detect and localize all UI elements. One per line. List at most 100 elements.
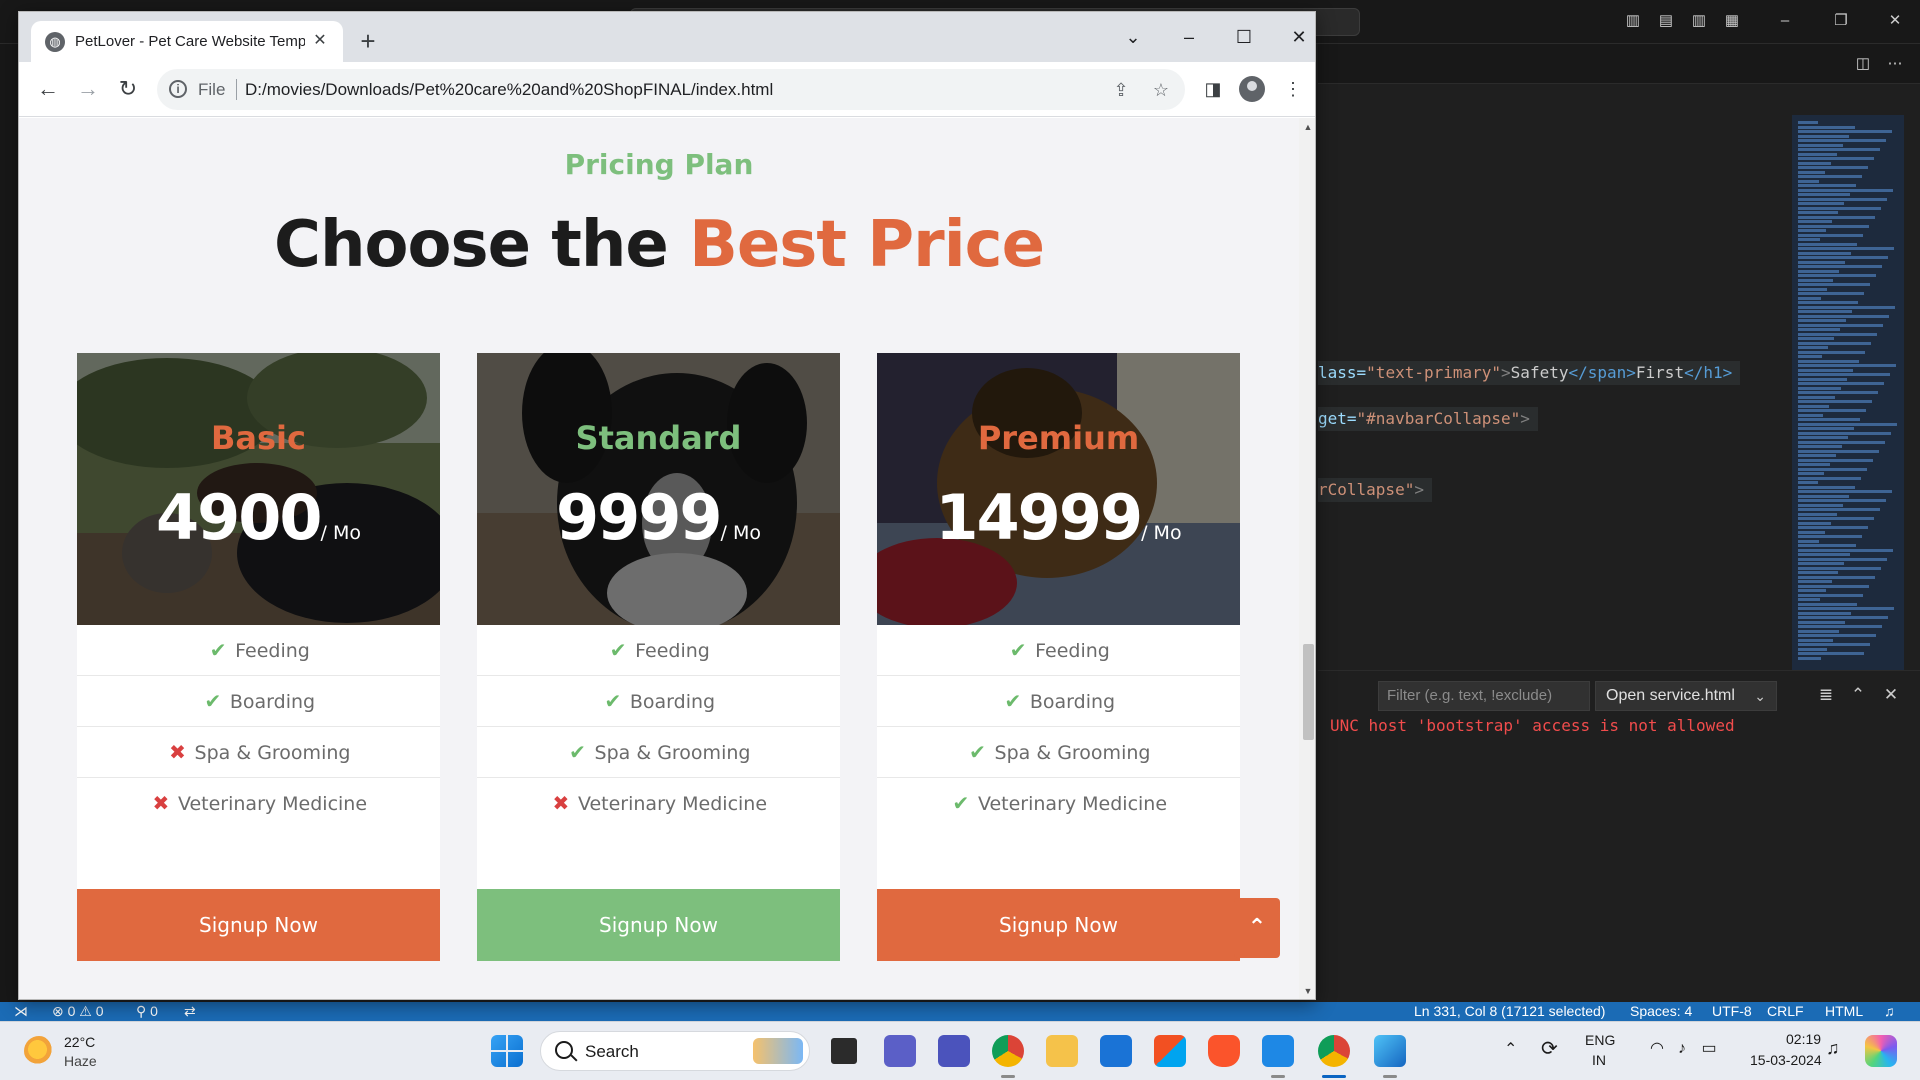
notifications-icon[interactable]: ♫	[1884, 1003, 1895, 1020]
scrollbar-thumb[interactable]	[1303, 644, 1314, 740]
back-to-top-button[interactable]: ⌃	[1234, 898, 1280, 958]
toggle-secondary-sidebar-icon[interactable]: ▥	[1690, 12, 1708, 30]
pricing-card-standard: Standard 9999/ Mo ✔ Feeding ✔ Boarding ✔ Spa …	[477, 353, 840, 961]
toggle-panel-icon[interactable]: ▤	[1657, 12, 1675, 30]
output-channel-select[interactable]: Open service.html ⌄	[1595, 681, 1777, 711]
vscode-minimize-icon[interactable]: –	[1776, 12, 1794, 30]
mail-icon[interactable]	[1100, 1035, 1132, 1067]
browser-tab[interactable]: ◍ PetLover - Pet Care Website Template ✕	[31, 21, 343, 62]
minimap-line	[1798, 143, 1843, 147]
more-actions-icon[interactable]: ⋯	[1886, 55, 1904, 73]
feature-label: Spa & Grooming	[194, 742, 351, 764]
teams-work-icon[interactable]	[938, 1035, 970, 1067]
minimap-line	[1798, 157, 1874, 160]
windows-start-icon[interactable]	[491, 1035, 523, 1067]
split-editor-icon[interactable]: ◫	[1854, 55, 1872, 73]
code-line[interactable]: get="#navbarCollapse">	[1318, 407, 1538, 431]
share-icon[interactable]: ⇪	[1109, 78, 1133, 102]
close-window-button[interactable]: ✕	[1279, 21, 1315, 53]
vscode-restore-icon[interactable]: ❐	[1832, 12, 1850, 30]
battery-icon[interactable]: ▭	[1698, 1038, 1720, 1060]
plan-price: 9999/ Mo	[477, 481, 840, 554]
feature-row: ✔ Veterinary Medicine	[877, 778, 1240, 829]
weather-condition[interactable]: Haze	[64, 1053, 97, 1069]
volume-icon[interactable]: ♪	[1671, 1038, 1693, 1060]
toggle-primary-sidebar-icon[interactable]: ▥	[1624, 12, 1642, 30]
weather-temperature[interactable]: 22°C	[64, 1034, 95, 1050]
taskbar-search[interactable]: Search	[540, 1031, 810, 1071]
code-line[interactable]: lass="text-primary">Safety</span>First</…	[1318, 361, 1741, 385]
signup-button-basic[interactable]: Signup Now	[77, 889, 440, 961]
minimap-line	[1798, 238, 1820, 241]
task-view-icon[interactable]	[828, 1035, 860, 1067]
maximize-button[interactable]: ☐	[1224, 21, 1264, 53]
minimap-line	[1798, 229, 1826, 232]
cursor-position[interactable]: Ln 331, Col 8 (17121 selected)	[1414, 1003, 1605, 1020]
chrome-icon[interactable]	[992, 1035, 1024, 1067]
word-wrap-icon[interactable]: ≣	[1815, 684, 1837, 706]
tray-overflow-chevron-icon[interactable]: ⌃	[1504, 1039, 1517, 1059]
teams-icon[interactable]	[884, 1035, 916, 1067]
copilot-icon[interactable]	[1865, 1035, 1897, 1067]
profile-avatar-icon[interactable]	[1239, 76, 1265, 102]
clock-date[interactable]: 15-03-2024	[1750, 1052, 1822, 1068]
search-highlight-icon	[753, 1038, 803, 1064]
minimap-line	[1798, 152, 1837, 156]
signup-button-premium[interactable]: Signup Now	[877, 889, 1240, 961]
language-indicator[interactable]: ENG	[1585, 1032, 1615, 1048]
minimap-line	[1798, 256, 1888, 259]
minimap-line	[1798, 629, 1839, 633]
url-text[interactable]: D:/movies/Downloads/Pet%20care%20and%20S…	[245, 80, 773, 100]
minimap-line	[1798, 436, 1848, 439]
section-headline: Choose the Best Price	[19, 208, 1299, 282]
globe-icon: ◍	[45, 32, 65, 52]
store-icon[interactable]	[1154, 1035, 1186, 1067]
indentation-status[interactable]: Spaces: 4	[1630, 1003, 1692, 1020]
check-icon: ✔	[1004, 689, 1022, 713]
vscode-close-icon[interactable]: ✕	[1886, 12, 1904, 30]
brave-icon[interactable]	[1208, 1035, 1240, 1067]
minimize-button[interactable]: –	[1169, 21, 1209, 53]
page-scrollbar[interactable]: ▲ ▼	[1299, 118, 1315, 999]
minimap-line	[1798, 458, 1873, 462]
region-indicator[interactable]: IN	[1592, 1052, 1606, 1068]
wifi-icon[interactable]: ◠	[1646, 1038, 1668, 1060]
customize-layout-icon[interactable]: ▦	[1723, 12, 1741, 30]
tab-search-icon[interactable]: ⌄	[1113, 21, 1153, 53]
reload-button[interactable]: ↻	[113, 74, 143, 104]
file-explorer-icon[interactable]	[1046, 1035, 1078, 1067]
vscode-minimap[interactable]	[1792, 115, 1904, 670]
code-line[interactable]: rCollapse">	[1318, 478, 1432, 502]
weather-haze-icon[interactable]	[24, 1036, 54, 1066]
remote-icon[interactable]: ⋊	[14, 1003, 28, 1020]
language-mode[interactable]: HTML	[1825, 1003, 1863, 1020]
minimap-line	[1798, 328, 1840, 331]
notification-bell-icon[interactable]: ♫	[1826, 1038, 1840, 1059]
eol-status[interactable]: CRLF	[1767, 1003, 1804, 1020]
minimap-line	[1798, 530, 1825, 534]
scroll-up-arrow-icon[interactable]: ▲	[1303, 122, 1313, 132]
close-tab-icon[interactable]: ✕	[309, 30, 331, 52]
scroll-down-arrow-icon[interactable]: ▼	[1303, 986, 1313, 996]
chrome-active-icon[interactable]	[1318, 1035, 1350, 1067]
ports-status[interactable]: ⚲ 0	[136, 1003, 158, 1020]
side-panel-icon[interactable]: ◨	[1199, 75, 1227, 103]
bookmark-star-icon[interactable]: ☆	[1149, 78, 1173, 102]
photos-icon[interactable]	[1374, 1035, 1406, 1067]
problems-status[interactable]: ⊗ 0 ⚠ 0	[52, 1003, 104, 1020]
output-filter-input[interactable]: Filter (e.g. text, !exclude)	[1378, 681, 1590, 711]
address-bar[interactable]: i File D:/movies/Downloads/Pet%20care%20…	[157, 69, 1185, 110]
sync-icon[interactable]: ⟳	[1541, 1036, 1565, 1060]
back-button[interactable]: ←	[33, 74, 63, 104]
live-share-icon[interactable]: ⇄	[184, 1003, 196, 1020]
vscode-icon[interactable]	[1262, 1035, 1294, 1067]
maximize-panel-icon[interactable]: ⌃	[1847, 684, 1869, 706]
close-panel-icon[interactable]: ✕	[1880, 684, 1902, 706]
signup-button-standard[interactable]: Signup Now	[477, 889, 840, 961]
encoding-status[interactable]: UTF-8	[1712, 1003, 1752, 1020]
clock-time[interactable]: 02:19	[1786, 1031, 1821, 1047]
new-tab-button[interactable]: +	[353, 27, 383, 57]
forward-button[interactable]: →	[73, 74, 103, 104]
chrome-menu-icon[interactable]: ⋮	[1279, 75, 1307, 103]
info-icon[interactable]: i	[169, 80, 187, 98]
